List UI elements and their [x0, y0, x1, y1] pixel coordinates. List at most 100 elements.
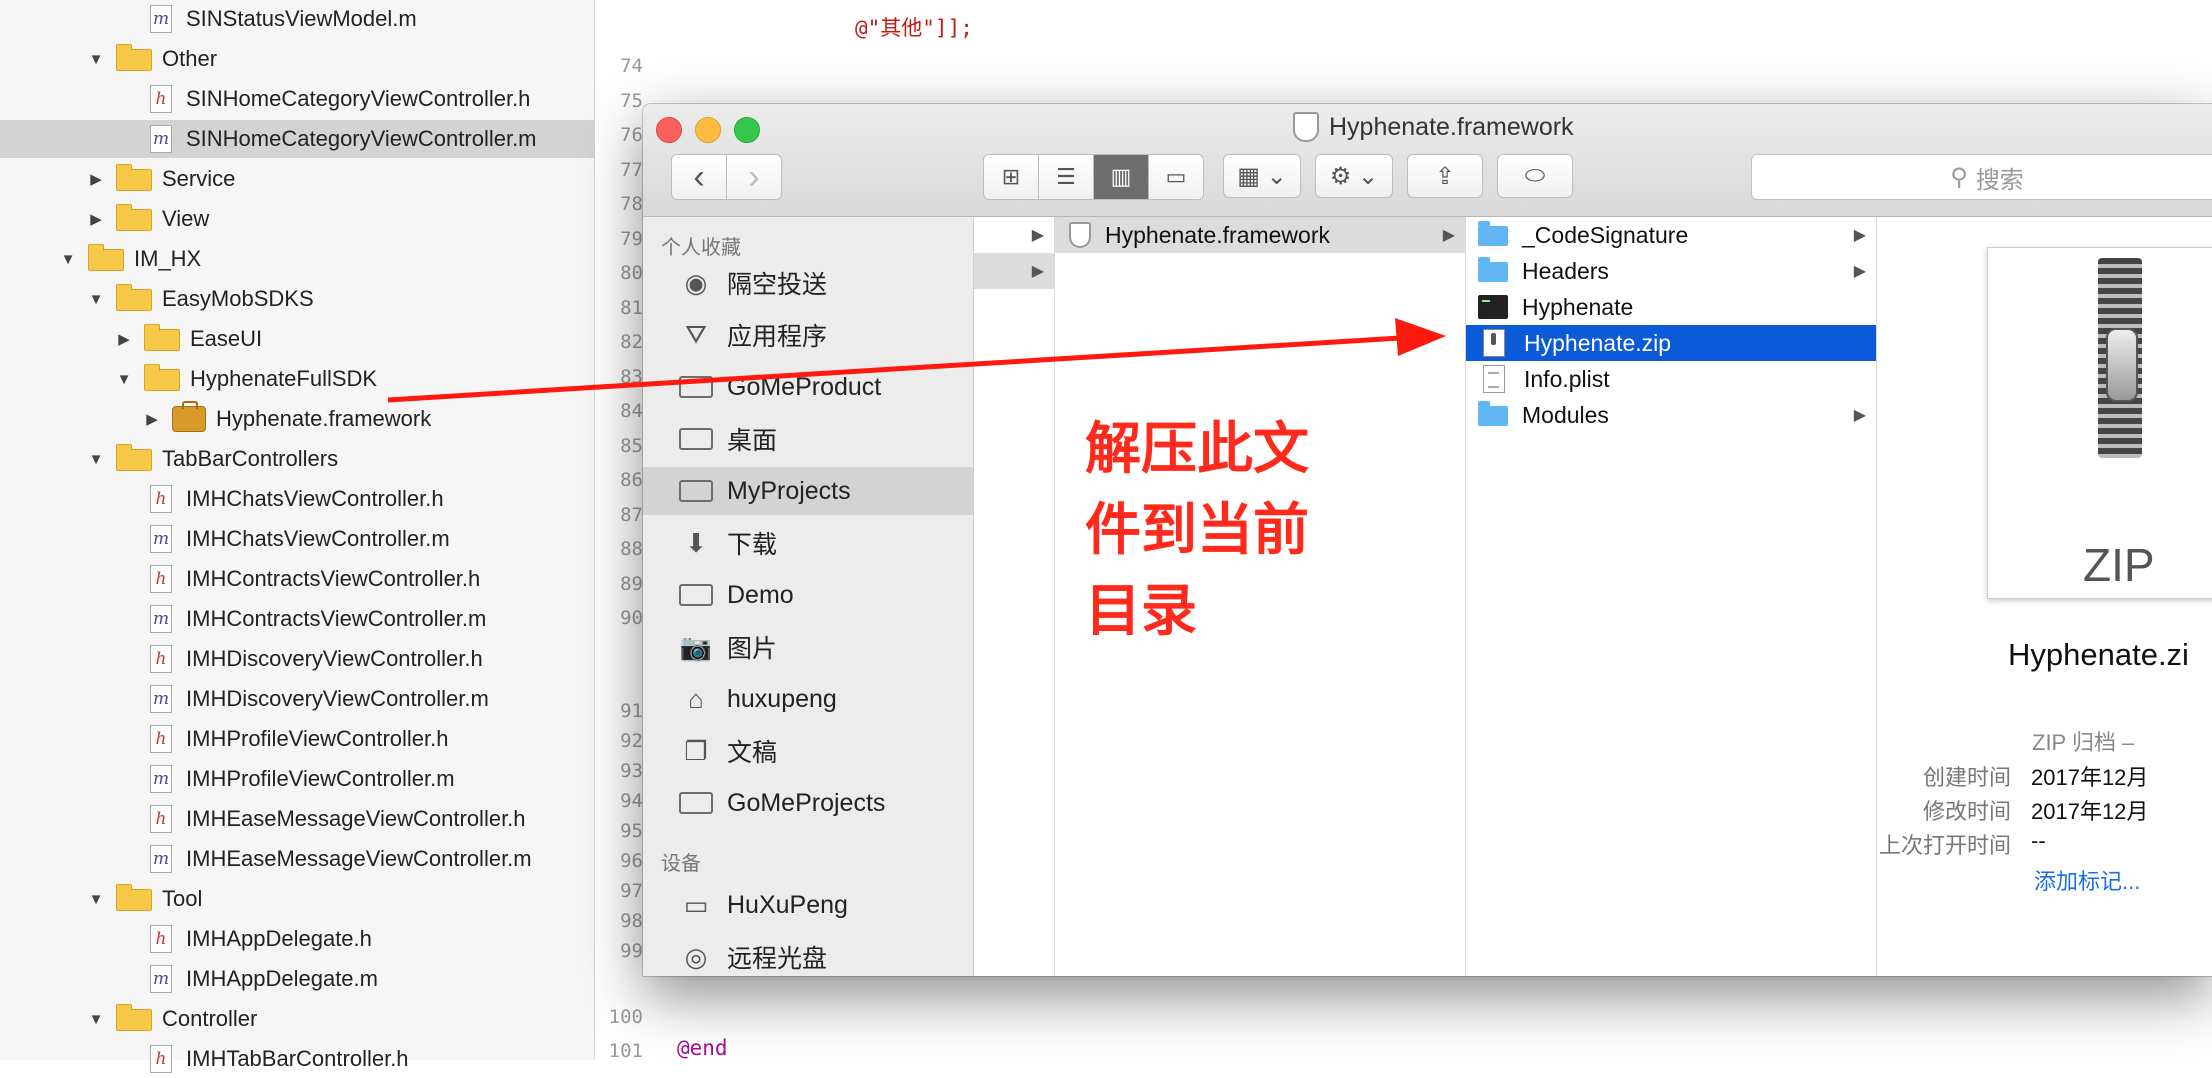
framework-icon [172, 401, 206, 432]
folder-icon [88, 244, 124, 271]
navigator-row[interactable]: ▼ Controller [0, 1000, 682, 1038]
group-by-button[interactable]: ▦ ⌄ [1223, 154, 1301, 198]
navigator-row-label: SINStatusViewModel.m [186, 6, 417, 31]
sidebar-item[interactable]: ❐ 文稿 [643, 727, 973, 775]
column-row[interactable]: ▶ [974, 253, 1054, 289]
disclosure-closed-icon[interactable]: ▶ [116, 330, 132, 348]
camera-icon: 📷 [679, 631, 713, 662]
finder-window: Hyphenate.framework ‹ › ⊞ ☰ ▥ ▭ ▦ ⌄ ⚙ ⌄ … [643, 104, 2212, 976]
tag-button[interactable]: ⬭ [1497, 154, 1573, 198]
desktop-icon [679, 428, 713, 450]
sidebar-item[interactable]: ⌂ huxupeng [643, 675, 973, 723]
disclosure-open-icon[interactable]: ▼ [60, 251, 76, 268]
project-navigator: m SINStatusViewModel.m ▼ Other h SINHomeCateg… [0, 0, 710, 1073]
header-file-icon: h [150, 1045, 172, 1073]
line-number: 92 [620, 730, 643, 752]
column-row-label: Info.plist [1524, 365, 1610, 392]
column-row-label: Hyphenate.framework [1105, 221, 1330, 248]
close-button[interactable] [656, 117, 682, 143]
sidebar-item-label: MyProjects [727, 476, 851, 505]
documents-icon: ❐ [684, 735, 708, 766]
navigator-row[interactable]: ▼ EasyMobSDKS [0, 280, 682, 318]
disclosure-open-icon[interactable]: ▼ [88, 1011, 104, 1028]
add-tags-link[interactable]: 添加标记... [2034, 864, 2140, 896]
action-menu-button[interactable]: ⚙ ⌄ [1315, 154, 1393, 198]
navigator-row-label: IMHChatsViewController.h [186, 486, 444, 511]
disclosure-closed-icon[interactable]: ▶ [88, 170, 104, 188]
zoom-button[interactable] [734, 117, 760, 143]
line-number: 93 [620, 760, 643, 782]
navigator-row[interactable]: ▼ Tool [0, 880, 682, 918]
sidebar-item[interactable]: MyProjects [643, 467, 973, 515]
column-view-button[interactable]: ▥ [1094, 155, 1149, 199]
sidebar-item[interactable]: Demo [643, 571, 973, 619]
disclosure-arrow-icon: ▶ [1031, 263, 1044, 280]
sidebar-device-item[interactable]: ◎ 远程光盘 [643, 933, 973, 976]
minimize-button[interactable] [695, 117, 721, 143]
navigator-row-label: TabBarControllers [162, 446, 339, 471]
header-file-icon: h [150, 725, 172, 753]
icon-view-button[interactable]: ⊞ [984, 155, 1039, 199]
line-number: 101 [608, 1040, 643, 1062]
navigator-row-label: IMHDiscoveryViewController.h [186, 646, 483, 671]
column-row[interactable]: Hyphenate [1466, 289, 1876, 325]
disclosure-open-icon[interactable]: ▼ [116, 371, 132, 388]
column-row[interactable]: _CodeSignature ▶ [1466, 217, 1876, 253]
column-row[interactable]: Modules ▶ [1466, 397, 1876, 433]
disclosure-arrow-icon: ▶ [1442, 227, 1455, 244]
window-title: Hyphenate.framework [1293, 112, 1574, 142]
navigator-row[interactable]: ▼ TabBarControllers [0, 440, 682, 478]
sidebar-item[interactable]: ◉ 隔空投送 [643, 259, 973, 307]
folder-icon [144, 364, 180, 391]
disclosure-open-icon[interactable]: ▼ [88, 451, 104, 468]
disc-icon: ◎ [684, 941, 708, 972]
search-field[interactable]: ⚲ 搜索 [1751, 154, 2212, 200]
preview-pane: ZIP Hyphenate.zi ZIP 归档 – 创建时间 2017年12月 … [1877, 217, 2212, 976]
annotation-line-3: 目录 [1085, 579, 1197, 642]
column-3[interactable]: _CodeSignature ▶ Headers ▶ Hyphenate Hyphenat… [1466, 217, 1877, 976]
implementation-file-icon: m [150, 765, 172, 793]
column-row[interactable]: Hyphenate.zip [1466, 325, 1876, 361]
annotation-note: 解压此文 件到当前 目录 [1085, 408, 1309, 651]
cover-flow-button[interactable]: ▭ [1149, 155, 1203, 199]
column-1[interactable]: ▶ ▶ [974, 217, 1055, 976]
share-button[interactable]: ⇪ [1407, 154, 1483, 198]
navigator-row[interactable]: ▶ View [0, 200, 682, 238]
list-view-button[interactable]: ☰ [1039, 155, 1094, 199]
line-number: 84 [620, 400, 643, 422]
disclosure-closed-icon[interactable]: ▶ [144, 410, 160, 428]
column-row[interactable]: ▶ [974, 217, 1054, 253]
sidebar-item[interactable]: 桌面 [643, 415, 973, 463]
sidebar-item[interactable]: ⬇ 下载 [643, 519, 973, 567]
applications-icon: ⛛ [685, 319, 707, 349]
forward-button[interactable]: › [727, 155, 781, 199]
sidebar-item[interactable]: GoMeProjects [643, 779, 973, 827]
sidebar-item[interactable]: GoMeProduct [643, 363, 973, 411]
disclosure-open-icon[interactable]: ▼ [88, 51, 104, 68]
disclosure-open-icon[interactable]: ▼ [88, 891, 104, 908]
navigator-row-label: IM_HX [134, 246, 202, 271]
sidebar-item[interactable]: ⛛ 应用程序 [643, 311, 973, 359]
sidebar-device-item[interactable]: ▭ HuXuPeng [643, 881, 973, 929]
navigator-row[interactable]: ▼ Other [0, 40, 682, 78]
navigator-row[interactable]: ▶ Service [0, 160, 682, 198]
implementation-file-icon: m [150, 845, 172, 873]
finder-sidebar: 个人收藏 ◉ 隔空投送 ⛛ 应用程序 GoMeProduct 桌面 MyProjects ⬇ 下载… [643, 217, 974, 976]
navigator-row-label: EaseUI [190, 326, 263, 351]
column-row[interactable]: Hyphenate.framework ▶ [1055, 217, 1465, 253]
sidebar-item[interactable]: 📷 图片 [643, 623, 973, 671]
modified-value: 2017年12月 [2031, 799, 2149, 824]
column-row[interactable]: Info.plist [1466, 361, 1876, 397]
code-line-end: @end [677, 1036, 728, 1060]
disclosure-open-icon[interactable]: ▼ [88, 291, 104, 308]
preview-kind: ZIP 归档 – [2032, 730, 2135, 755]
sidebar-item-label: 下载 [727, 531, 778, 559]
navigator-row[interactable]: ▼ IM_HX [0, 240, 654, 278]
sidebar-item-label: 应用程序 [727, 323, 828, 351]
header-file-icon: h [150, 645, 172, 673]
disclosure-closed-icon[interactable]: ▶ [88, 210, 104, 228]
executable-icon [1478, 295, 1508, 319]
line-number: 87 [620, 503, 643, 526]
column-row[interactable]: Headers ▶ [1466, 253, 1876, 289]
back-button[interactable]: ‹ [672, 155, 727, 199]
